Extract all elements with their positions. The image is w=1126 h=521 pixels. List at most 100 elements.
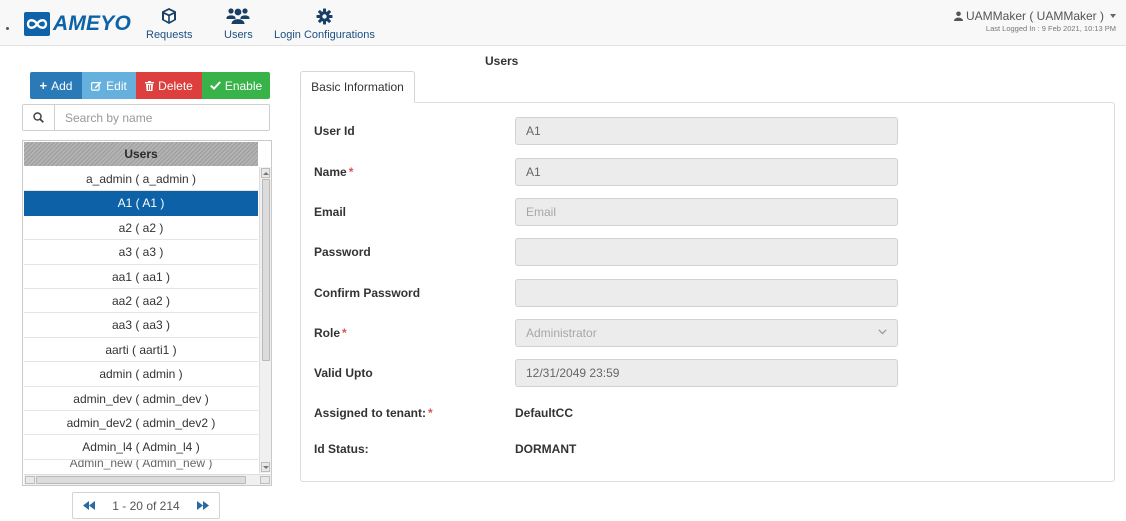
add-button-label: Add xyxy=(51,78,73,93)
nav-requests-label: Requests xyxy=(146,29,193,41)
role-row: Role * Administrator xyxy=(314,319,1104,347)
confirm-password-field[interactable] xyxy=(515,279,898,307)
list-item[interactable]: Admin_l4 ( Admin_l4 ) xyxy=(24,435,258,460)
nav-users-label: Users xyxy=(224,29,253,41)
user-id-row: User Id A1 xyxy=(314,117,1104,145)
nav-login-configurations-label: Login Configurations xyxy=(274,29,375,41)
required-marker: * xyxy=(348,165,354,179)
password-row: Password xyxy=(314,238,1104,266)
scroll-up-arrow[interactable] xyxy=(261,168,270,178)
gear-icon xyxy=(316,5,333,25)
edit-button-label: Edit xyxy=(106,78,127,93)
user-id-field[interactable]: A1 xyxy=(515,117,898,145)
chevron-down-icon xyxy=(878,329,887,335)
nav-users[interactable]: Users xyxy=(224,5,253,41)
edit-icon xyxy=(91,81,102,91)
users-list-header: Users xyxy=(24,142,258,166)
list-item[interactable]: a3 ( a3 ) xyxy=(24,240,258,265)
last-logged-in: Last Logged In : 9 Feb 2021, 10:13 PM xyxy=(985,24,1116,33)
horizontal-scrollbar[interactable] xyxy=(24,474,271,485)
name-field[interactable]: A1 xyxy=(515,158,898,186)
user-menu[interactable]: UAMMaker ( UAMMaker ) Last Logged In : 9… xyxy=(953,9,1116,33)
email-field[interactable]: Email xyxy=(515,198,898,226)
users-icon xyxy=(226,5,250,25)
nav-login-configurations[interactable]: Login Configurations xyxy=(274,5,375,41)
list-item[interactable]: aa2 ( aa2 ) xyxy=(24,289,258,314)
prev-page-icon[interactable] xyxy=(83,501,95,510)
password-label: Password xyxy=(314,245,371,259)
confirm-password-row: Confirm Password xyxy=(314,279,1104,307)
required-marker: * xyxy=(342,326,347,340)
list-item[interactable]: aa3 ( aa3 ) xyxy=(24,313,258,338)
vertical-scrollbar[interactable] xyxy=(259,167,271,473)
horizontal-scroll-thumb[interactable] xyxy=(36,476,246,484)
search-icon xyxy=(23,105,55,130)
cube-icon xyxy=(160,5,178,25)
id-status-value: DORMANT xyxy=(515,442,577,456)
scroll-down-arrow[interactable] xyxy=(261,462,270,472)
list-item-selected[interactable]: A1 ( A1 ) xyxy=(24,191,258,216)
confirm-password-label: Confirm Password xyxy=(314,286,421,300)
name-label: Name xyxy=(314,165,347,179)
checkmark-icon xyxy=(209,81,221,90)
vertical-scroll-thumb[interactable] xyxy=(262,179,270,361)
list-item[interactable]: admin_dev2 ( admin_dev2 ) xyxy=(24,411,258,436)
name-label-wrap: Name * xyxy=(314,165,515,179)
basic-information-panel: User Id A1 Name * A1 Email Email Password… xyxy=(300,102,1115,482)
valid-upto-row: Valid Upto 12/31/2049 23:59 xyxy=(314,359,1104,387)
user-menu-name-row: UAMMaker ( UAMMaker ) xyxy=(953,9,1116,23)
list-item[interactable]: Admin_new ( Admin_new ) xyxy=(24,460,258,474)
list-item[interactable]: admin ( admin ) xyxy=(24,362,258,387)
pagination-info: 1 - 20 of 214 xyxy=(112,498,180,513)
user-id-label: User Id xyxy=(314,124,355,138)
name-row: Name * A1 xyxy=(314,158,1104,186)
page-title: Users xyxy=(485,54,519,68)
list-item[interactable]: aarti ( aarti1 ) xyxy=(24,338,258,363)
email-label: Email xyxy=(314,205,347,219)
valid-upto-field[interactable]: 12/31/2049 23:59 xyxy=(515,359,898,387)
users-list: Users a_admin ( a_admin ) A1 ( A1 ) a2 (… xyxy=(22,140,272,486)
password-field[interactable] xyxy=(515,238,898,266)
scroll-left-arrow[interactable] xyxy=(25,476,35,484)
tab-basic-information[interactable]: Basic Information xyxy=(300,71,415,103)
role-select[interactable]: Administrator xyxy=(515,319,898,347)
valid-upto-label: Valid Upto xyxy=(314,366,373,380)
email-row: Email Email xyxy=(314,198,1104,226)
navbar-dot xyxy=(6,27,9,30)
list-item[interactable]: aa1 ( aa1 ) xyxy=(24,265,258,289)
users-list-items: a_admin ( a_admin ) A1 ( A1 ) a2 ( a2 ) … xyxy=(24,167,258,474)
tenant-row: Assigned to tenant: * DefaultCC xyxy=(314,399,1104,427)
search-input[interactable] xyxy=(55,105,269,130)
required-marker: * xyxy=(428,406,433,420)
id-status-row: Id Status: DORMANT xyxy=(314,435,1104,463)
enable-button[interactable]: Enable xyxy=(202,72,270,99)
ameyo-logo[interactable]: AMEYO xyxy=(24,11,131,37)
list-item[interactable]: a_admin ( a_admin ) xyxy=(24,167,258,192)
role-label-wrap: Role * xyxy=(314,326,515,340)
next-page-icon[interactable] xyxy=(196,501,209,510)
user-name: UAMMaker ( UAMMaker ) xyxy=(965,9,1104,23)
id-status-label: Id Status: xyxy=(314,442,369,456)
edit-button[interactable]: Edit xyxy=(82,72,136,99)
logo-text: AMEYO xyxy=(53,12,132,35)
user-icon xyxy=(953,11,963,21)
action-toolbar: + Add Edit Delete Enable xyxy=(30,72,270,99)
plus-icon: + xyxy=(39,78,48,93)
delete-button-label: Delete xyxy=(158,78,193,93)
trash-icon xyxy=(145,80,155,91)
tenant-label: Assigned to tenant: xyxy=(314,406,427,420)
role-select-value: Administrator xyxy=(526,326,597,340)
search-box xyxy=(22,104,270,131)
tenant-label-wrap: Assigned to tenant: * xyxy=(314,406,515,420)
infinity-logo-icon xyxy=(24,12,50,36)
nav-requests[interactable]: Requests xyxy=(146,5,192,41)
list-item[interactable]: admin_dev ( admin_dev ) xyxy=(24,387,258,411)
role-label: Role xyxy=(314,326,341,340)
top-navbar: AMEYO Requests Users Login Configuration… xyxy=(0,0,1126,46)
chevron-down-icon xyxy=(1110,14,1116,18)
delete-button[interactable]: Delete xyxy=(136,72,202,99)
list-item[interactable]: a2 ( a2 ) xyxy=(24,216,258,241)
add-button[interactable]: + Add xyxy=(30,72,82,99)
scroll-right-arrow[interactable] xyxy=(260,476,270,484)
enable-button-label: Enable xyxy=(224,78,263,93)
